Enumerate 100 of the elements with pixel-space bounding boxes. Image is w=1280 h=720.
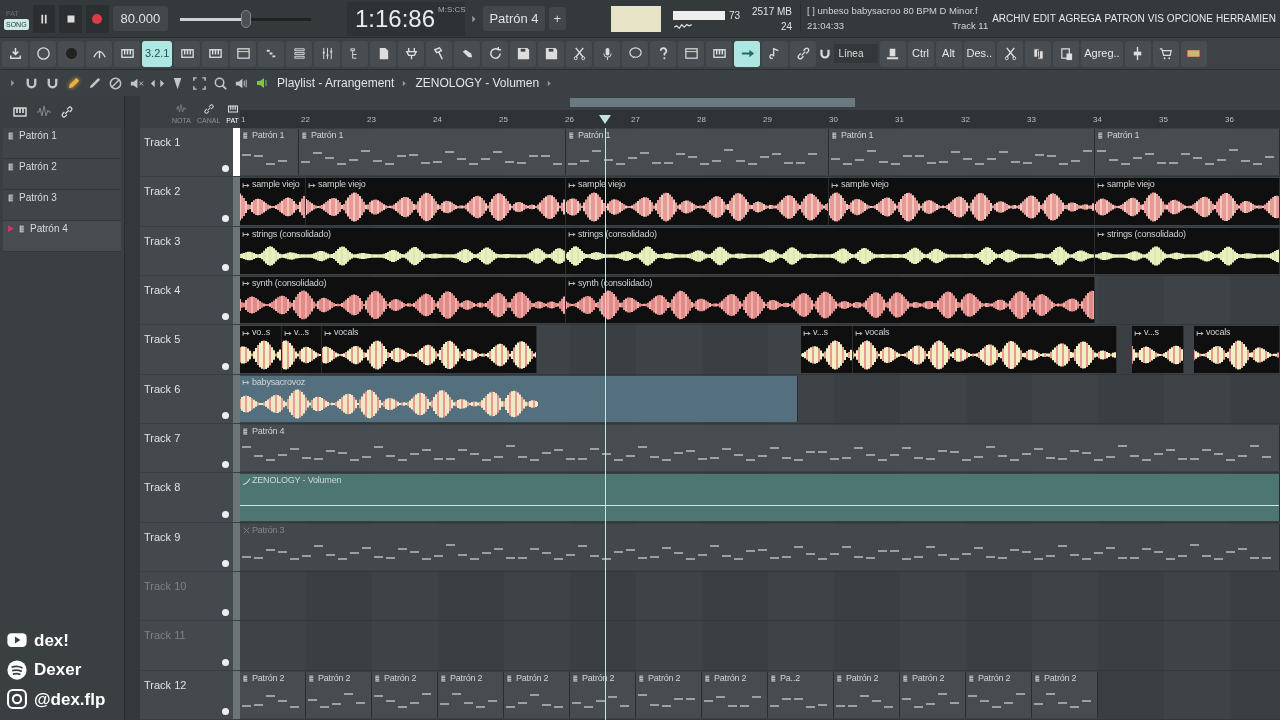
audio-clip[interactable]: sample viejo [566,178,829,225]
breadcrumb-item[interactable]: ZENOLOGY - Volumen [415,74,540,92]
toolbar-button[interactable] [86,40,112,67]
toolbar-button[interactable] [566,40,593,67]
toolbar-button[interactable] [622,40,649,67]
track-name[interactable]: Track 3 [140,226,233,275]
audio-clip[interactable]: sample viejo [240,178,306,225]
toolbar-button[interactable] [762,40,789,67]
toolbar-button[interactable] [202,40,229,67]
toolbar-button[interactable] [30,40,56,67]
audio-clip[interactable]: strings (consolidado) [566,227,1095,274]
toolbar-button[interactable] [510,40,537,67]
menu-item[interactable]: ARCHIV [992,11,1030,26]
pattern-clip[interactable]: Patrón 2 [900,671,966,718]
menu-item[interactable]: EDIT [1032,11,1056,26]
breadcrumb-item[interactable]: Playlist - Arrangement [277,74,395,92]
menu-item[interactable]: OPCIONE [1166,11,1213,26]
toolbar-button[interactable] [1124,40,1151,67]
playhead-marker-icon[interactable] [599,115,611,125]
audio-clip[interactable]: v...s [1132,326,1184,373]
pattern-clip[interactable]: Patrón 1 [566,129,829,176]
tool-button[interactable] [108,75,123,91]
track-name[interactable]: Track 2 [140,177,233,226]
toolbar-button[interactable] [342,40,369,67]
toolbar-button[interactable] [678,40,705,67]
audio-clip[interactable]: vocals [1194,326,1280,373]
toolbar-button[interactable] [426,40,453,67]
toolbar-button[interactable] [230,40,257,67]
track-mute-led[interactable] [222,411,229,419]
toolbar-button[interactable] [594,40,621,67]
toolbar-button[interactable] [114,40,140,67]
audio-clip[interactable]: vocals [853,326,1117,373]
toolbar-button[interactable] [734,40,761,67]
audio-clip[interactable]: sample viejo [306,178,566,225]
toolbar-button[interactable]: Ctrl [907,40,934,67]
audio-clip[interactable]: vocals [322,326,537,373]
toolbar-button[interactable] [370,40,397,67]
audio-clip[interactable]: sample viejo [829,178,1095,225]
scrollbar[interactable] [124,96,140,720]
tool-button[interactable] [87,75,102,91]
audio-clip[interactable]: strings (consolidado) [240,227,566,274]
pattern-clip[interactable]: Patrón 2 [438,671,504,718]
pattern-clip[interactable]: Patrón 4 [240,424,1280,472]
track-mute-led[interactable] [222,362,229,370]
pattern-clip[interactable]: Pa..2 [768,671,834,718]
toolbar-button[interactable] [2,40,28,67]
pattern-selector[interactable]: Patrón 4 [483,5,545,32]
toolbar-button[interactable] [1180,40,1207,67]
audio-clip[interactable]: sample viejo [1095,178,1280,225]
menu-item[interactable]: VIS [1147,11,1164,26]
pattern-clip[interactable]: Patrón 2 [372,671,438,718]
track-name[interactable]: Track 12 [140,670,233,719]
track-mute-led[interactable] [222,609,229,617]
tool-button[interactable] [66,75,81,91]
toolbar-button[interactable] [997,40,1024,67]
track-mute-led[interactable] [222,313,229,321]
toolbar-button[interactable] [174,40,201,67]
pattern-item[interactable]: Patrón 3 [3,190,121,221]
overview-scrollbar[interactable] [570,98,855,107]
toolbar-button[interactable] [482,40,509,67]
track-name[interactable]: Track 9 [140,522,233,571]
pattern-clip[interactable]: Patrón 2 [636,671,702,718]
audio-clip[interactable]: v...s [801,326,853,373]
track-name[interactable]: Track 7 [140,423,233,473]
snap-dropdown[interactable]: Línea [834,44,878,63]
toolbar-button[interactable] [1152,40,1179,67]
play-pause-button[interactable] [32,4,56,33]
track-name[interactable]: Track 5 [140,325,233,374]
pattern-clip[interactable]: Patrón 2 [702,671,768,718]
audio-clip[interactable]: vo..s [240,326,282,373]
toolbar-button[interactable] [398,40,425,67]
toolbar-button[interactable] [706,40,733,67]
pattern-item[interactable]: Patrón 2 [3,159,121,190]
track-mute-led[interactable] [222,658,229,666]
toolbar-button[interactable] [790,40,817,67]
toolbar-button[interactable]: Agreg.. [1081,40,1123,67]
pattern-clip[interactable]: Patrón 2 [306,671,372,718]
pattern-clip[interactable]: Patrón 2 [966,671,1032,718]
toolbar-button[interactable] [1053,40,1080,67]
track-name[interactable]: Track 1 [140,128,233,177]
toolbar-button[interactable]: 3.2.1 [142,40,173,67]
tempo-field[interactable]: 80.000 [112,5,169,32]
track-name[interactable]: Track 4 [140,276,233,325]
pattern-item[interactable]: Patrón 1 [3,128,121,159]
menu-item[interactable]: PATRON [1104,11,1145,26]
tool-button[interactable] [192,75,207,91]
stop-button[interactable] [59,4,82,33]
toolbar-button[interactable]: Des.. [963,40,996,67]
track-mute-led[interactable] [222,165,229,173]
track-name[interactable]: Track 8 [140,473,233,522]
audio-clip[interactable]: strings (consolidado) [1095,227,1280,274]
pattern-clip[interactable]: Patrón 1 [240,129,299,176]
track-mute-led[interactable] [222,510,229,518]
toolbar-button[interactable] [454,40,481,67]
pattern-clip[interactable]: Patrón 2 [504,671,570,718]
pattern-clip[interactable]: Patrón 1 [299,129,566,176]
toolbar-button[interactable]: Alt [935,40,962,67]
toolbar-button[interactable] [286,40,313,67]
pattern-clip[interactable]: Patrón 2 [834,671,900,718]
toolbar-button[interactable] [1025,40,1052,67]
